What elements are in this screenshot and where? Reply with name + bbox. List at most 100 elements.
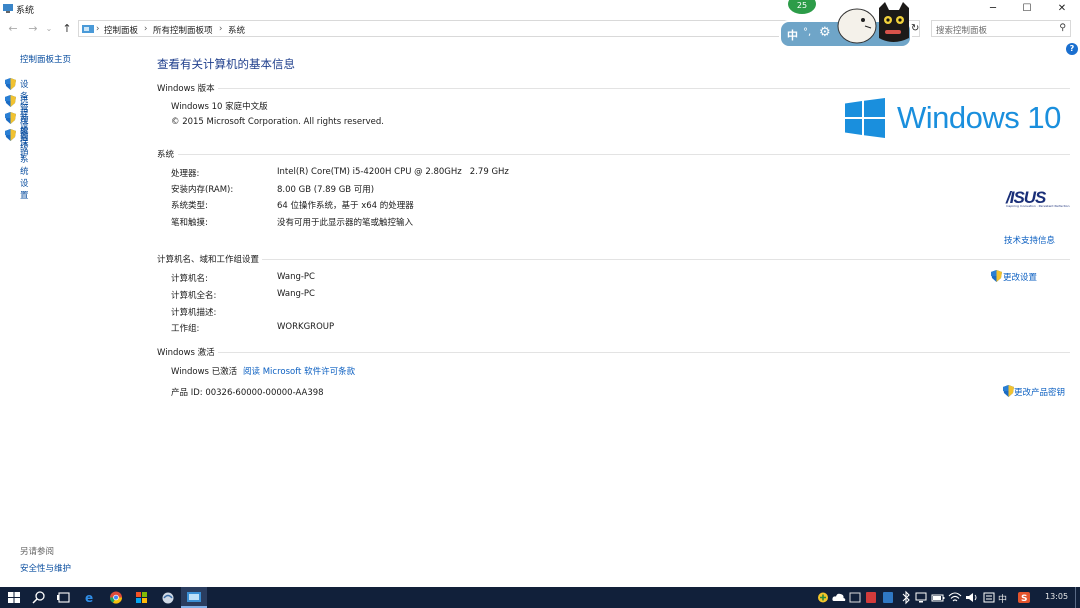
product-id: 产品 ID: 00326-60000-00000-AA398 [171,388,324,398]
task-view-icon[interactable] [56,590,72,605]
change-settings-label: 更改设置 [1003,273,1038,283]
section-divider [262,259,1070,260]
sidebar-home-link[interactable]: 控制面板主页 [20,53,71,65]
oem-tagline: Inspiring Innovation · Persistent Perfec… [1006,204,1070,208]
support-info-link[interactable]: 技术支持信息 [1004,234,1055,246]
windows-logo-icon [845,98,885,138]
breadcrumb-separator: › [96,24,100,34]
watermark: 值 什么值得买 [910,570,1018,590]
svg-text:S: S [1021,594,1027,604]
windows-10-logo: Windows 10 [845,98,1070,140]
computer-name-label: 计算机名: [171,274,208,284]
computer-name-value: Wang-PC [277,272,315,282]
breadcrumb-system[interactable]: 系统 [228,24,245,36]
license-terms-link[interactable]: 阅读 Microsoft 软件许可条款 [243,365,355,377]
window-title: 系统 [16,6,35,16]
ram-label: 安装内存(RAM): [171,185,234,195]
action-center-icon[interactable] [981,590,997,605]
system-heading: 系统 [157,150,175,160]
svg-text:e: e [85,591,93,605]
section-divider [218,352,1070,353]
asus-oem-logo: /ISUS Inspiring Innovation · Persistent … [1004,188,1070,210]
tray-app-icon[interactable] [847,590,863,605]
ime-punct-label[interactable]: °, [803,27,811,38]
battery-icon[interactable] [930,590,946,605]
shield-icon [5,112,16,124]
cloud-icon[interactable] [831,590,847,605]
security-maintenance-link[interactable]: 安全性与维护 [20,562,71,574]
app-bird-icon[interactable] [160,590,176,605]
pen-touch-label: 笔和触摸: [171,218,208,228]
edge-browser-icon[interactable]: e [82,590,98,605]
sidebar-item-remote-settings[interactable]: 远程设置 [5,95,29,143]
shield-icon [5,78,16,90]
wifi-icon[interactable] [947,590,963,605]
breadcrumb-all-items[interactable]: 所有控制面板项 [153,24,213,36]
title-bar: 系统 ─ ☐ ✕ [0,0,1080,18]
ime-mode-label[interactable]: 中 [787,27,798,43]
sidebar-item-advanced-settings[interactable]: 高级系统设置 [5,129,29,201]
taskbar-clock[interactable]: 13:05 [1045,592,1068,601]
section-divider [178,154,1070,155]
workgroup-value: WORKGROUP [277,322,335,332]
shield-icon [5,95,16,107]
search-icon[interactable]: ⚲ [1059,23,1066,33]
search-icon[interactable] [31,590,47,605]
activation-status: Windows 已激活 [171,367,238,377]
breadcrumb-separator: › [144,24,148,34]
mascot-cat-icon [879,2,909,42]
tray-green-app-icon[interactable] [815,590,831,605]
control-panel-icon [82,25,94,33]
ram-value: 8.00 GB (7.89 GB 可用) [277,185,375,195]
page-title: 查看有关计算机的基本信息 [157,57,295,71]
computer-name-heading: 计算机名、域和工作组设置 [157,255,260,265]
full-name-label: 计算机全名: [171,291,217,301]
up-button[interactable]: ↑ [60,21,74,37]
network-monitor-icon[interactable] [913,590,929,605]
tray-ime-indicator[interactable]: 中 [998,592,1007,605]
change-product-key-label: 更改产品密钥 [1014,388,1066,398]
shield-icon [991,270,1002,282]
breadcrumb-separator: › [219,24,223,34]
gear-icon[interactable]: ⚙ [819,25,831,40]
sogou-ime-icon[interactable]: S [1016,590,1032,605]
show-desktop-button[interactable] [1075,587,1080,608]
sidebar-item-device-manager[interactable]: 设备管理器 [5,78,29,138]
pen-touch-value: 没有可用于此显示器的笔或触控输入 [277,218,414,228]
forward-button[interactable]: → [26,21,40,37]
processor-value: Intel(R) Core(TM) i5-4200H CPU @ 2.80GHz… [277,167,509,177]
sidebar-item-system-protection[interactable]: 系统保护 [5,112,29,160]
maximize-button[interactable]: ☐ [1010,0,1044,18]
tray-red-app-icon[interactable] [863,590,879,605]
control-panel-icon [187,592,201,602]
system-type-label: 系统类型: [171,201,208,211]
close-button[interactable]: ✕ [1045,0,1079,18]
back-button[interactable]: ← [6,21,20,37]
store-app-icon[interactable] [134,590,150,605]
volume-icon[interactable] [964,590,980,605]
control-panel-taskbar-button[interactable] [181,587,207,608]
search-box[interactable]: 搜索控制面板 ⚲ [931,20,1071,37]
activation-heading: Windows 激活 [157,348,215,358]
copyright-text: © 2015 Microsoft Corporation. All rights… [171,117,384,127]
change-settings-link[interactable]: 更改设置 [991,270,1037,285]
sidebar-item-label: 高级系统设置 [20,131,29,201]
edition-name: Windows 10 家庭中文版 [171,102,268,112]
see-also-heading: 另请参阅 [20,547,55,557]
chrome-icon[interactable] [108,590,124,605]
description-label: 计算机描述: [171,308,217,318]
breadcrumb-control-panel[interactable]: 控制面板 [104,24,138,36]
change-product-key-link[interactable]: 更改产品密钥 [1003,385,1065,400]
ime-toolbar[interactable]: 中 °, ⚙ [779,2,912,48]
system-app-icon [3,4,13,13]
windows-10-logo-text: Windows 10 [897,100,1061,135]
system-type-value: 64 位操作系统，基于 x64 的处理器 [277,201,414,211]
bluetooth-icon[interactable] [898,590,914,605]
recent-locations-button[interactable]: ⌄ [44,21,54,37]
workgroup-label: 工作组: [171,324,200,334]
help-icon[interactable]: ? [1066,43,1078,55]
tray-blue-app-icon[interactable] [880,590,896,605]
start-windows-icon[interactable] [6,590,22,605]
search-input[interactable]: 搜索控制面板 [936,24,987,36]
minimize-button[interactable]: ─ [976,0,1010,18]
